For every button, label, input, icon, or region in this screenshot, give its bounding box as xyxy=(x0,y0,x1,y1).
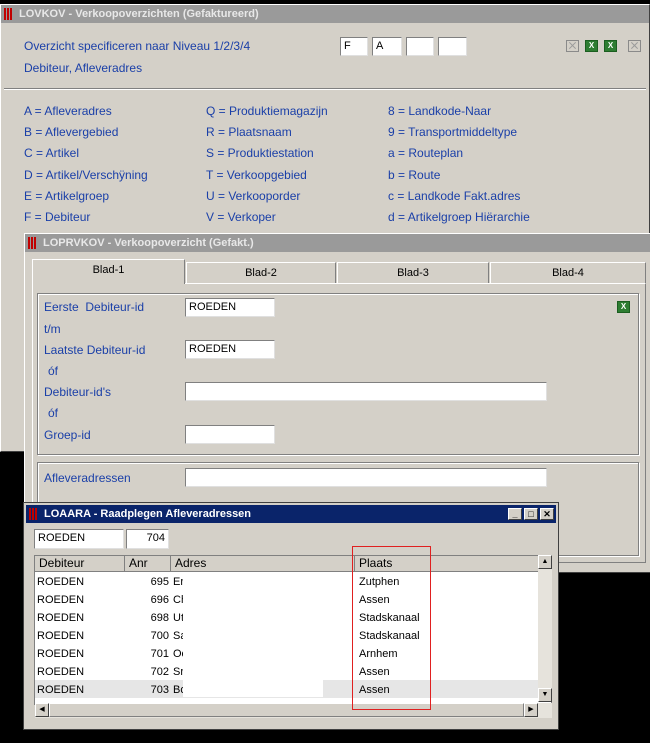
legend-c: C = Artikel xyxy=(24,146,80,160)
afleveradressen-input[interactable] xyxy=(185,468,547,487)
eerste-debiteur-label: Eerste Debiteur-id xyxy=(44,300,145,314)
legend-a-lower: a = Routeplan xyxy=(388,146,464,160)
cell-anr: 696 xyxy=(150,594,169,606)
legend-8: 8 = Landkode-Naar xyxy=(388,104,492,118)
scroll-up-button[interactable]: ▲ xyxy=(538,555,552,569)
column-header-anr[interactable]: Anr xyxy=(125,556,171,572)
cell-anr: 695 xyxy=(150,576,169,588)
plaats-highlight-box xyxy=(352,546,431,710)
cell-debiteur: ROEDEN xyxy=(37,666,85,678)
legend-b-lower: b = Route xyxy=(388,168,441,182)
debiteur-ids-label: Debiteur-id's xyxy=(44,385,111,399)
horizontal-scroll-thumb[interactable] xyxy=(49,703,524,717)
vertical-scrollbar[interactable]: ▲ ▼ xyxy=(538,555,552,702)
scroll-left-button[interactable]: ◀ xyxy=(35,703,49,717)
scroll-right-button[interactable]: ▶ xyxy=(524,703,538,717)
niveau-sublabel: Debiteur, Afleveradres xyxy=(24,61,143,75)
minimize-button[interactable]: _ xyxy=(508,508,522,520)
legend-e: E = Artikelgroep xyxy=(24,189,110,203)
cell-anr: 702 xyxy=(150,666,169,678)
excel-export-icon[interactable] xyxy=(604,40,617,52)
groep-id-label: Groep-id xyxy=(44,428,91,442)
of-label-2: óf xyxy=(48,406,59,420)
legend-d: D = Artikel/Verschÿning xyxy=(24,168,148,182)
app-icon xyxy=(4,8,14,20)
legend-u: U = Verkooporder xyxy=(206,189,301,203)
tab-blad-3[interactable]: Blad-3 xyxy=(337,262,489,283)
niveau-3-input[interactable] xyxy=(406,37,434,56)
window-loaara-titlebar[interactable]: LOAARA - Raadplegen Afleveradressen _ □ … xyxy=(26,505,556,523)
cell-debiteur: ROEDEN xyxy=(37,630,85,642)
afleveradressen-grid: Debiteur Anr Adres Plaats ROEDEN 695 Er Zut… xyxy=(34,555,552,705)
excel-disabled-icon-2[interactable] xyxy=(628,40,641,52)
tab-blad-4[interactable]: Blad-4 xyxy=(490,262,646,283)
cell-debiteur: ROEDEN xyxy=(37,594,85,606)
cell-anr: 703 xyxy=(150,684,169,696)
search-debiteur-input[interactable]: ROEDEN xyxy=(34,529,124,549)
legend-r: R = Plaatsnaam xyxy=(206,125,292,139)
close-button[interactable]: ✕ xyxy=(540,508,554,520)
tab-blad-1[interactable]: Blad-1 xyxy=(32,259,185,284)
tab-blad-2[interactable]: Blad-2 xyxy=(186,262,336,283)
legend-v: V = Verkoper xyxy=(206,210,276,224)
tm-label: t/m xyxy=(44,322,61,336)
cell-debiteur: ROEDEN xyxy=(37,612,85,624)
niveau-2-input[interactable]: A xyxy=(372,37,402,56)
cell-anr: 701 xyxy=(150,648,169,660)
window-lovkov-title: LOVKOV - Verkoopoverzichten (Gefaktureer… xyxy=(19,8,259,20)
cell-debiteur: ROEDEN xyxy=(37,648,85,660)
cell-anr: 698 xyxy=(150,612,169,624)
excel-icon[interactable] xyxy=(585,40,598,52)
laatste-debiteur-input[interactable]: ROEDEN xyxy=(185,340,275,359)
eerste-debiteur-input[interactable]: ROEDEN xyxy=(185,298,275,317)
of-label-1: óf xyxy=(48,364,59,378)
niveau-label: Overzicht specificeren naar Niveau 1/2/3… xyxy=(24,39,251,53)
adres-mask xyxy=(183,573,323,697)
window-loprvkov-title: LOPRVKOV - Verkoopoverzicht (Gefakt.) xyxy=(43,237,254,249)
legend-b: B = Aflevergebied xyxy=(24,125,119,139)
window-loaara-title: LOAARA - Raadplegen Afleveradressen xyxy=(44,508,252,520)
laatste-debiteur-label: Laatste Debiteur-id xyxy=(44,343,146,357)
scroll-down-button[interactable]: ▼ xyxy=(538,688,552,702)
window-lovkov-titlebar[interactable]: LOVKOV - Verkoopoverzichten (Gefaktureer… xyxy=(1,5,649,23)
niveau-1-input[interactable]: F xyxy=(340,37,368,56)
legend-f: F = Debiteur xyxy=(24,210,91,224)
cell-debiteur: ROEDEN xyxy=(37,684,85,696)
legend-q: Q = Produktiemagazijn xyxy=(206,104,328,118)
legend-d-lower: d = Artikelgroep Hiërarchie xyxy=(388,210,530,224)
window-loprvkov-titlebar[interactable]: LOPRVKOV - Verkoopoverzicht (Gefakt.) xyxy=(25,234,650,252)
afleveradressen-label: Afleveradressen xyxy=(44,471,131,485)
horizontal-scrollbar[interactable]: ◀ ▶ xyxy=(35,703,552,718)
debiteur-groupbox xyxy=(37,293,639,455)
legend-c-lower: c = Landkode Fakt.adres xyxy=(388,189,521,203)
column-header-adres[interactable]: Adres xyxy=(171,556,355,572)
legend-a: A = Afleveradres xyxy=(24,104,112,118)
cell-anr: 700 xyxy=(150,630,169,642)
app-icon xyxy=(28,237,38,249)
excel-disabled-icon[interactable] xyxy=(566,40,579,52)
legend-9: 9 = Transportmiddeltype xyxy=(388,125,518,139)
divider xyxy=(4,88,646,90)
search-nr-input[interactable]: 704 xyxy=(126,529,169,549)
cell-debiteur: ROEDEN xyxy=(37,576,85,588)
column-header-debiteur[interactable]: Debiteur xyxy=(35,556,125,572)
excel-icon-panel[interactable] xyxy=(617,301,630,313)
window-controls: _ □ ✕ xyxy=(506,508,554,520)
app-icon xyxy=(29,508,39,520)
debiteur-ids-input[interactable] xyxy=(185,382,547,401)
legend-t: T = Verkoopgebied xyxy=(206,168,307,182)
groep-id-input[interactable] xyxy=(185,425,275,444)
legend-s: S = Produktiestation xyxy=(206,146,314,160)
niveau-4-input[interactable] xyxy=(438,37,467,56)
maximize-button[interactable]: □ xyxy=(524,508,538,520)
